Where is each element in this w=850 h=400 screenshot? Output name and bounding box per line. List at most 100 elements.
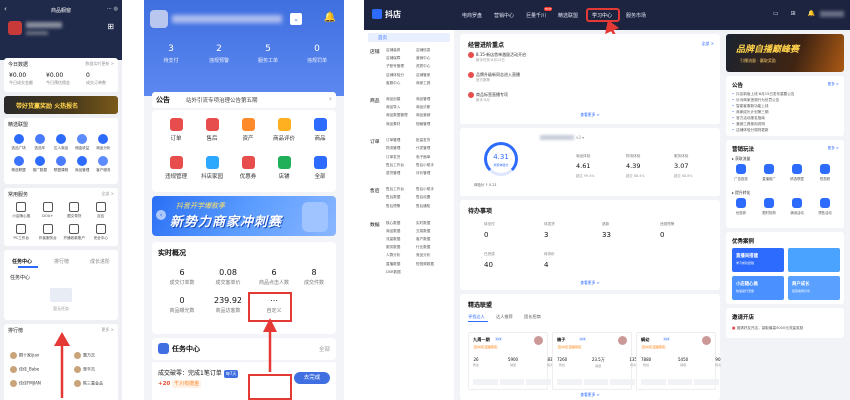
rank-row[interactable]: 陈三喜金品 (74, 380, 103, 389)
announcement-item[interactable]: 商家成长计划第三期 (732, 110, 768, 115)
sidebar-item[interactable]: 人群分析 (386, 253, 416, 258)
case-item[interactable] (788, 248, 840, 272)
sidebar-item[interactable]: 商品数据 (386, 229, 416, 234)
sidebar-group-heading[interactable]: 售后 (370, 187, 380, 194)
sidebar-item[interactable]: 客服中心 (386, 81, 416, 86)
common-item[interactable]: 开通收款账户 (61, 224, 88, 241)
rank-row[interactable]: 翠丰吉 (74, 366, 95, 375)
sidebar-item[interactable]: 商品管理 (416, 97, 446, 102)
todo-view-more[interactable]: 查看更多 > (460, 280, 720, 286)
sidebar-item[interactable]: 资质中心 (416, 64, 446, 69)
todo-item[interactable]: 已完成 40 (484, 252, 495, 269)
svc-item[interactable]: 推广数据 (29, 156, 50, 173)
sidebar-item[interactable]: 实时数据 (416, 221, 446, 226)
sidebar-item[interactable]: 子账号管理 (386, 64, 416, 69)
sidebar-item[interactable]: 核心数据 (386, 221, 416, 226)
common-item[interactable]: PC工作台 (8, 224, 35, 241)
common-item[interactable]: 安全中心 (88, 224, 115, 241)
sidebar-item[interactable]: 电子面单 (416, 155, 446, 160)
svc-item[interactable]: 选品广场 (8, 134, 29, 151)
rank-row[interactable]: 惠万吉 (74, 352, 95, 361)
svc-item[interactable]: 客户服务 (93, 156, 114, 173)
qrcode-icon[interactable]: ⊞ (107, 22, 114, 31)
rank-row[interactable]: 佳佳FMJIAN (10, 380, 41, 389)
tab-leader[interactable]: 团长招商 (524, 314, 541, 320)
news-item[interactable]: 商品标签直播专项 新手·8月 (468, 92, 508, 103)
rt-item[interactable]: 8 成交件数 (294, 268, 334, 286)
sidebar-item[interactable]: DSR数据 (386, 270, 416, 275)
sidebar-item[interactable]: 店铺体验分 (386, 73, 416, 78)
exp-metric[interactable]: 商品体验 4.61 超过 99.4% (576, 154, 595, 178)
nav-icons[interactable]: ▭ ⊞ 🔔 (773, 10, 820, 17)
sidebar-group-heading[interactable]: 店铺 (370, 48, 380, 55)
grid-item-coupon[interactable]: 优惠券 (228, 156, 268, 180)
sidebar-item[interactable]: 服务数据 (386, 245, 416, 250)
rt-item[interactable]: 6 成交订单数 (156, 268, 208, 286)
go-complete-button[interactable]: 去完成 (294, 372, 330, 384)
news-more-link[interactable]: 全部 > (701, 41, 714, 47)
svc-item[interactable]: 联盟课程 (50, 156, 71, 173)
sidebar-item[interactable]: 批量发货 (416, 138, 446, 143)
common-item[interactable]: 图文带货 (61, 202, 88, 219)
sidebar-item[interactable]: 交易数据 (416, 229, 446, 234)
stat-violation-fine[interactable]: 0 违规罚单 (292, 44, 342, 64)
sidebar-item[interactable]: 售后小助手 (416, 163, 446, 168)
sidebar-item[interactable]: 商家工具 (416, 81, 446, 86)
tab-talent-recommend[interactable]: 达人推荐 (496, 314, 513, 320)
talent-card[interactable]: 楠子 LV4 近30天 直播带货 7260 粉丝 23.5万 销量 135 场次 (552, 332, 637, 390)
sidebar-item[interactable]: 售后数据 (386, 195, 416, 200)
todo-item[interactable]: 待评价 4 (544, 252, 555, 269)
common-item[interactable]: 百应 (88, 202, 115, 219)
sidebar-item[interactable]: 短视频数据 (416, 262, 446, 267)
common-item[interactable]: 作者服务台 (35, 224, 62, 241)
tab-grow[interactable]: 成长进阶 (90, 258, 110, 265)
task-all-link[interactable]: 全部 (319, 345, 330, 353)
nav-item-service-market[interactable]: 服务市场 (626, 12, 646, 19)
sidebar-item[interactable]: 商品素材 (386, 122, 416, 127)
sidebar-item[interactable]: 直播数据 (386, 262, 416, 267)
sidebar-item[interactable]: 商品创建 (386, 97, 416, 102)
exp-metric[interactable]: 物流体验 4.39 超过 88.4% (626, 154, 645, 178)
tool-item[interactable]: 广告投放 (730, 164, 752, 181)
invite-message[interactable]: ■ 邀请好友开店，赢取最高5000元流量奖励 (732, 326, 803, 331)
sidebar-item[interactable]: 代发管理 (416, 146, 446, 151)
sidebar-item[interactable]: 店铺信息 (416, 48, 446, 53)
tool-item[interactable]: 满减活动 (786, 198, 808, 215)
nav-item-compass[interactable]: 电商罗盘 (462, 12, 482, 19)
announcement-item[interactable]: 抖店新版上线·8月15日发布重要公告 (732, 92, 794, 97)
sidebar-item[interactable]: 售后小助手 (416, 187, 446, 192)
exp-metric[interactable]: 服务体验 3.07 超过 68.8% (674, 154, 693, 178)
bell-icon[interactable]: 🔔 (324, 12, 336, 23)
sidebar-group-heading[interactable]: 订单 (370, 138, 380, 145)
news-item[interactable]: 品牌升级新同志进入直播 官方推荐 (468, 72, 520, 83)
sidebar-item[interactable]: 售后工作台 (386, 163, 416, 168)
rank-row[interactable]: 桐十家ijian (10, 352, 39, 361)
user-name-blurred[interactable] (820, 11, 844, 17)
rt-item[interactable]: 6 商品点击人数 (248, 268, 300, 286)
svc-item[interactable]: 选品车 (29, 134, 50, 151)
rt-item[interactable]: 0 商品曝光数 (156, 296, 208, 314)
common-more-link[interactable]: 全部 > (101, 191, 114, 197)
sidebar-item[interactable]: 竞品分析 (416, 253, 446, 258)
campaign-banner[interactable]: ‹ 抖音开学爆款季 新势力商家冲刺赛 (152, 196, 336, 236)
sidebar-group-heading[interactable]: 商品 (370, 97, 380, 104)
sidebar-item[interactable]: 商品数据管理 (386, 113, 416, 118)
todo-item[interactable]: 待支付 0 (484, 222, 495, 239)
sidebar-item[interactable]: 退货管理 (386, 171, 416, 176)
rank-row[interactable]: 佳佳_Babe (10, 366, 39, 375)
grid-item-aftersale[interactable]: 售后 (192, 118, 232, 142)
sidebar-item[interactable]: 订单发货 (386, 155, 416, 160)
common-item[interactable]: 小店随心推 (8, 202, 35, 219)
news-view-more[interactable]: 查看更多 > (460, 112, 720, 118)
chevron-down-icon[interactable]: ⌄ (290, 13, 302, 25)
tab-rank[interactable]: 排行榜 (54, 258, 69, 265)
grid-item-orders[interactable]: 订单 (156, 118, 196, 142)
announcement-item[interactable]: 营销工具使用说明 (732, 122, 765, 127)
sidebar-item[interactable]: 售后工作台 (386, 187, 416, 192)
union-view-more[interactable]: 查看更多 > (460, 392, 720, 398)
sidebar-item[interactable]: 营销中心 (416, 56, 446, 61)
svc-item[interactable]: 商品管理 (72, 156, 93, 173)
sidebar-item[interactable]: 商品营销 (416, 113, 446, 118)
shop-level[interactable]: v3 ▾ (576, 135, 584, 140)
more-icon[interactable]: ⋯ ◎ (107, 6, 118, 12)
